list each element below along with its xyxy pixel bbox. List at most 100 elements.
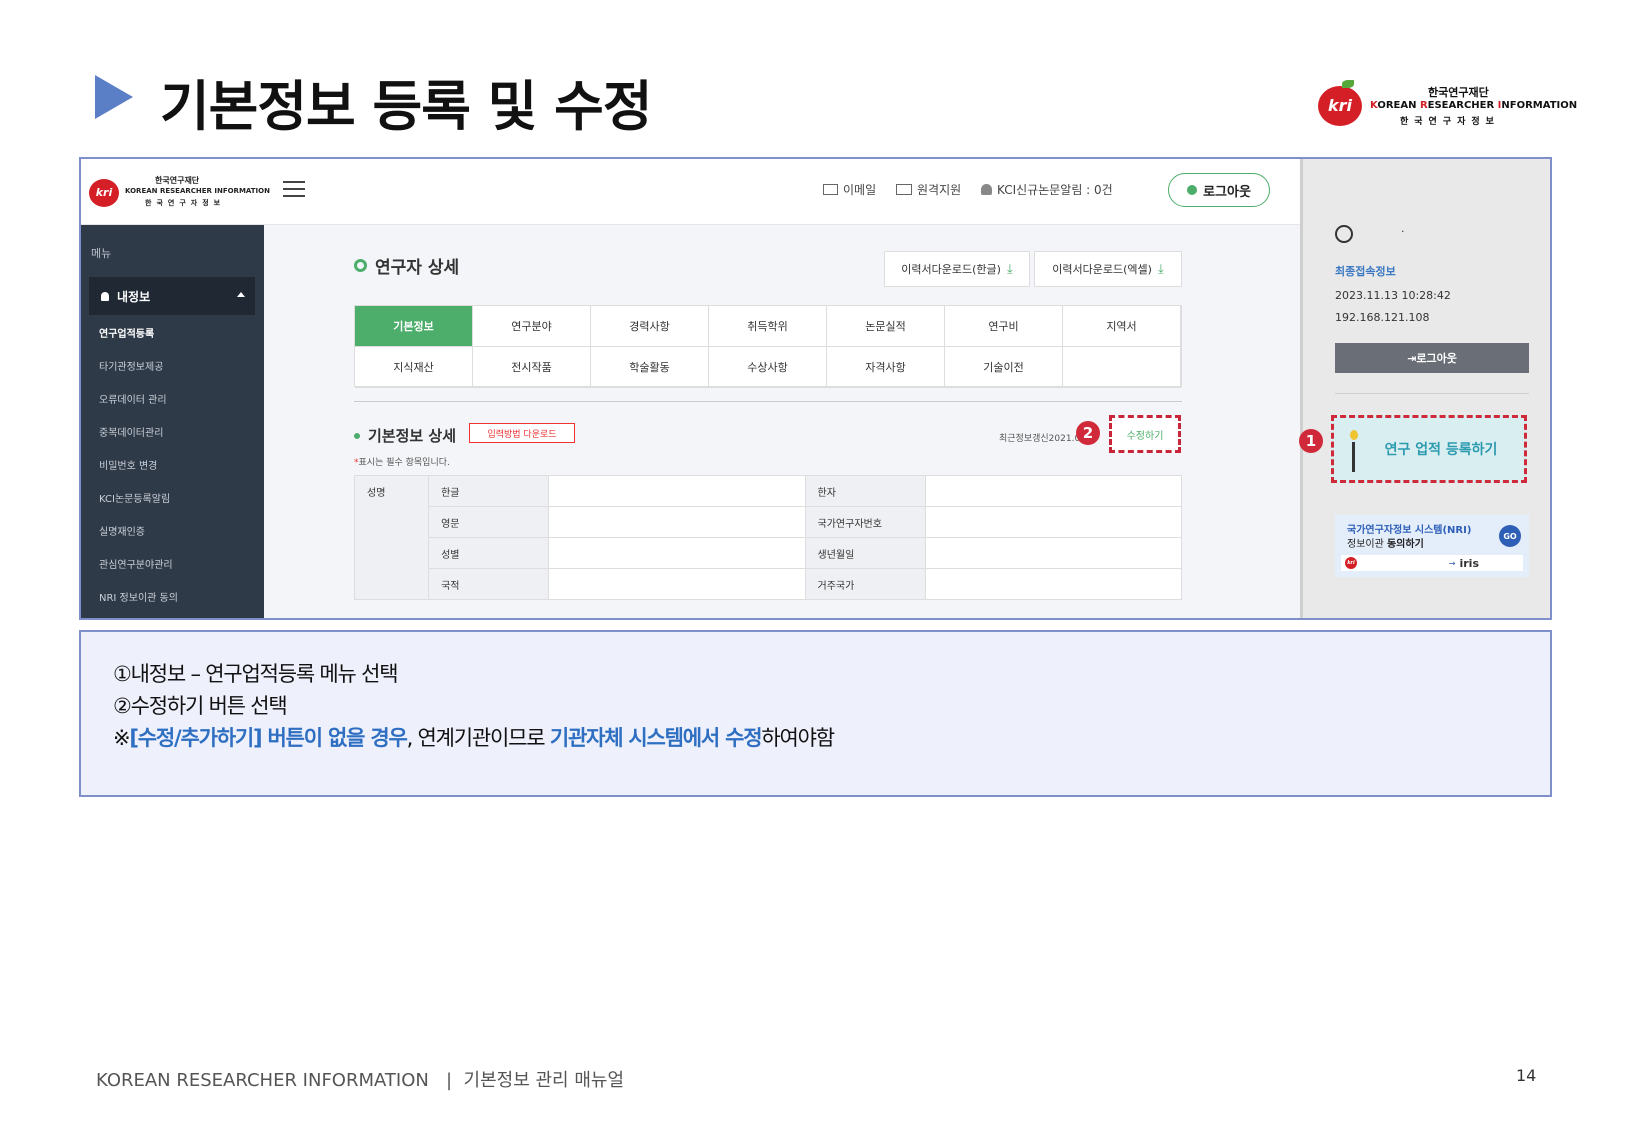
tab-exhibition[interactable]: 전시작품 (473, 347, 591, 388)
tab-papers[interactable]: 논문실적 (827, 306, 945, 347)
slide: 기본정보 등록 및 수정 kri 한국연구재단 KOREAN RESEARCHE… (0, 0, 1626, 1125)
highlight-text: [수정/추가하기] 버튼이 없을 경우 (129, 726, 407, 750)
divider (1335, 393, 1529, 394)
sidebar-item-label: 내정보 (117, 289, 151, 304)
tab-research-field[interactable]: 연구분야 (473, 306, 591, 347)
download-icon: ⤓ (1006, 261, 1013, 277)
sidebar-item-kci-alert[interactable]: KCI논문등록알림 (99, 490, 170, 505)
nri-logos: kri → iris (1341, 555, 1523, 571)
app-logo-ko: 한국연구재단 (155, 176, 200, 185)
tab-academic[interactable]: 학술활동 (591, 347, 709, 388)
register-label: 연구 업적 등록하기 (1384, 442, 1498, 458)
sub-section-title: 기본정보 상세 (354, 425, 456, 446)
instruction-box: ①내정보 – 연구업적등록 메뉴 선택 ②수정하기 버튼 선택 ※[수정/추가하… (79, 630, 1552, 797)
sidebar-item-other-org[interactable]: 타기관정보제공 (99, 358, 163, 373)
table-row: 국적 거주국가 (355, 568, 1183, 600)
page-number: 14 (1516, 1066, 1537, 1085)
download-hwp-button[interactable]: 이력서다운로드(한글) ⤓ (884, 251, 1030, 287)
tab-basic-info[interactable]: 기본정보 (355, 306, 473, 347)
kci-alert-link[interactable]: KCI신규논문알림 : 0건 (981, 181, 1113, 198)
tab-books[interactable]: 지역서 (1063, 306, 1181, 347)
right-panel: · 최종접속정보 2023.11.13 10:28:42 192.168.121… (1299, 159, 1550, 618)
app-topbar: kri 한국연구재단 KOREAN RESEARCHER INFORMATION… (81, 159, 1300, 225)
required-note: *표시는 필수 항목입니다. (354, 455, 450, 468)
table-value (924, 475, 1183, 507)
app-logo[interactable]: kri 한국연구재단 KOREAN RESEARCHER INFORMATION… (89, 173, 270, 213)
instruction-line-2: ②수정하기 버튼 선택 (113, 694, 288, 718)
table-row: 성명 한글 한자 (353, 475, 1183, 600)
mail-icon (823, 184, 838, 195)
tab-career[interactable]: 경력사항 (591, 306, 709, 347)
brand-logo: kri 한국연구재단 KOREAN RESEARCHER INFORMATION… (1318, 80, 1577, 130)
main-content: 연구자 상세 이력서다운로드(한글) ⤓ 이력서다운로드(엑셀) ⤓ 기본정보 연구… (264, 225, 1300, 618)
download-excel-label: 이력서다운로드(엑셀) (1052, 263, 1152, 276)
table-label: 국가연구자번호 (804, 506, 926, 538)
apple-logo-icon: kri (1345, 557, 1357, 569)
topbar-logout-button[interactable]: 로그아웃 (1168, 173, 1270, 207)
nri-consent-banner[interactable]: 국가연구자정보 시스템(NRI) 정보이관 동의하기 GO kri → iris (1335, 515, 1529, 577)
sidebar-item-duplicate-data[interactable]: 중복데이터관리 (99, 424, 163, 439)
tab-qualifications[interactable]: 자격사항 (827, 347, 945, 388)
user-avatar-icon (1335, 225, 1353, 243)
panel-logout-label: 로그아웃 (1416, 352, 1457, 365)
sidebar-item-my-info[interactable]: 내정보 (89, 277, 255, 315)
email-link[interactable]: 이메일 (823, 181, 876, 198)
last-updated-text: 최근정보갱신2021.0 (999, 434, 1081, 444)
tab-ip[interactable]: 지식재산 (355, 347, 473, 388)
sidebar-item-error-data[interactable]: 오류데이터 관리 (99, 391, 167, 406)
nri-subtitle: 정보이관 동의하기 (1347, 539, 1424, 550)
app-logo-sub: 한국연구자정보 (145, 199, 226, 207)
dot-icon (354, 432, 360, 439)
download-hwp-label: 이력서다운로드(한글) (901, 263, 1001, 276)
table-label: 성별 (428, 537, 550, 569)
runner-icon (1352, 442, 1355, 472)
brand-korean-name: 한국연구재단 (1428, 86, 1489, 99)
sidebar: 메뉴 내정보 연구업적등록 타기관정보제공 오류데이터 관리 중복데이터관리 비… (81, 225, 264, 618)
bell-icon (981, 184, 992, 195)
highlight-text: 기관자체 시스템에서 수정 (549, 726, 763, 750)
tab-tech-transfer[interactable]: 기술이전 (945, 347, 1063, 388)
tab-funding[interactable]: 연구비 (945, 306, 1063, 347)
arrow-right-icon: → (1448, 558, 1456, 568)
tab-awards[interactable]: 수상사항 (709, 347, 827, 388)
person-icon (101, 291, 109, 301)
section-title: 연구자 상세 (354, 253, 459, 278)
section-title-text: 연구자 상세 (375, 258, 460, 278)
remote-support-link[interactable]: 원격지원 (896, 181, 961, 198)
sidebar-item-interest[interactable]: 관심연구분야관리 (99, 556, 173, 571)
download-excel-button[interactable]: 이력서다운로드(엑셀) ⤓ (1034, 251, 1182, 287)
tab-degree[interactable]: 취득학위 (709, 306, 827, 347)
sidebar-item-reauth[interactable]: 실명재인증 (99, 523, 145, 538)
table-value (548, 506, 806, 538)
app-logo-en: KOREAN RESEARCHER INFORMATION (125, 187, 270, 195)
email-label: 이메일 (843, 183, 877, 197)
instruction-line-1: ①내정보 – 연구업적등록 메뉴 선택 (113, 662, 399, 686)
edit-button[interactable]: 수정하기 (1109, 415, 1181, 453)
required-note-text: 표시는 필수 항목입니다. (358, 458, 450, 468)
step-badge-2: 2 (1076, 421, 1100, 445)
table-value (548, 537, 806, 569)
note-mark: ※ (113, 726, 131, 750)
last-login-ip: 192.168.121.108 (1335, 311, 1430, 324)
input-guide-download-button[interactable]: 입력방법 다운로드 (469, 423, 575, 443)
sidebar-item-password[interactable]: 비밀번호 변경 (99, 457, 157, 472)
panel-logout-button[interactable]: ⇥ 로그아웃 (1335, 343, 1529, 373)
hamburger-menu-icon[interactable] (283, 181, 305, 197)
footer-text: KOREAN RESEARCHER INFORMATION | 기본정보 관리 … (96, 1070, 625, 1091)
sidebar-item-research-register[interactable]: 연구업적등록 (99, 325, 154, 340)
remote-label: 원격지원 (917, 183, 962, 197)
table-value (548, 475, 806, 507)
apple-logo-icon: kri (89, 179, 119, 207)
user-name-dot: · (1401, 225, 1405, 238)
play-arrow-icon (95, 75, 133, 119)
table-value (924, 506, 1183, 538)
go-button[interactable]: GO (1499, 525, 1521, 547)
table-value (924, 568, 1183, 600)
last-login-time: 2023.11.13 10:28:42 (1335, 289, 1451, 302)
divider (354, 401, 1182, 402)
table-group-header: 성명 (353, 475, 430, 600)
brand-subtitle: 한국연구자정보 (1400, 117, 1500, 127)
register-research-button[interactable]: 연구 업적 등록하기 (1331, 415, 1527, 483)
basic-info-table: 성명 한글 한자 영문 국가연구자번호 성별 생년월일 국적 거주국가 (353, 475, 1183, 600)
sidebar-item-nri[interactable]: NRI 정보이관 동의 (99, 589, 178, 604)
